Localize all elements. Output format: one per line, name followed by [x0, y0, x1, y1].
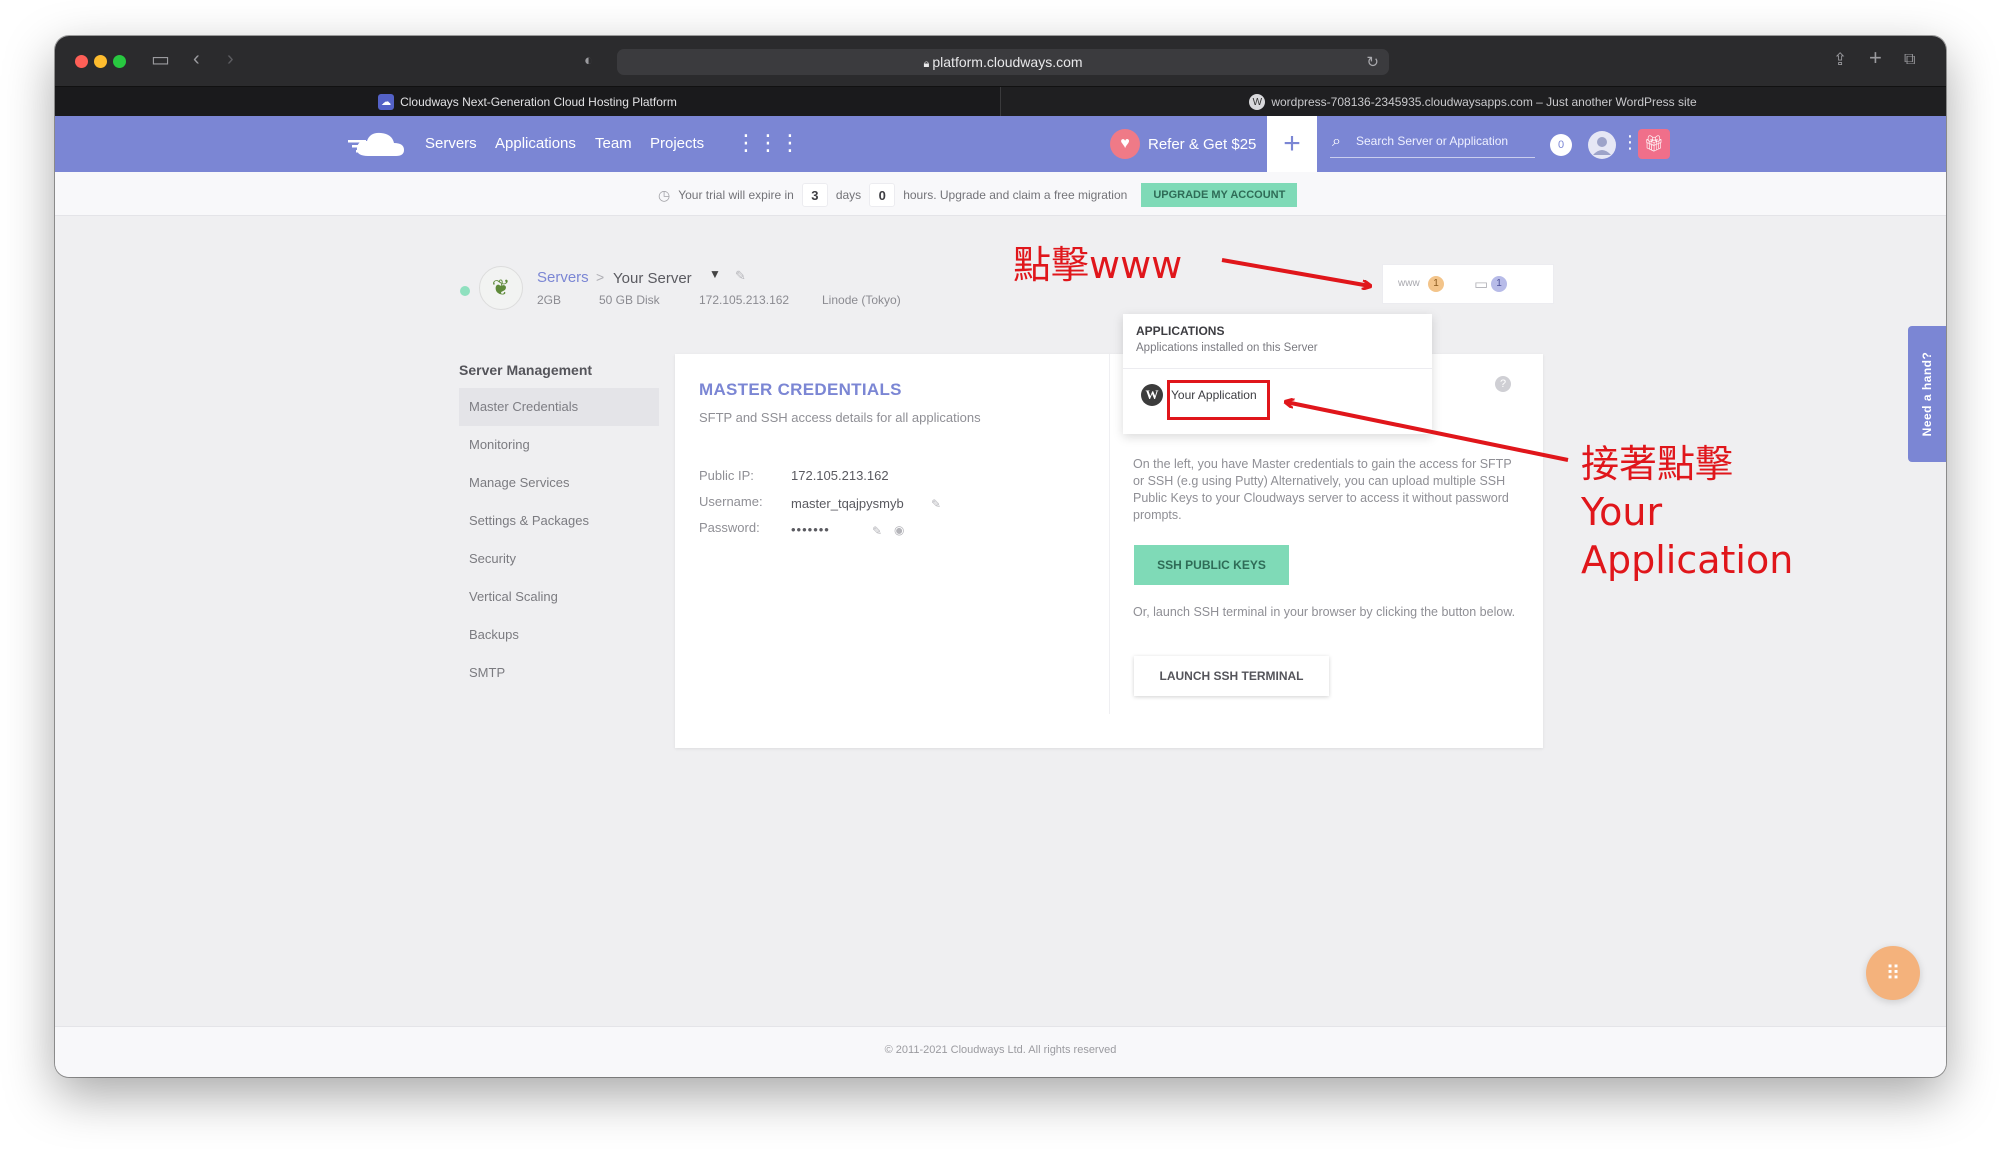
- annotation-arrow-2: [1286, 402, 1569, 462]
- annotation-arrows: [1221, 258, 1569, 462]
- annotation-arrow-1: [1221, 258, 1370, 286]
